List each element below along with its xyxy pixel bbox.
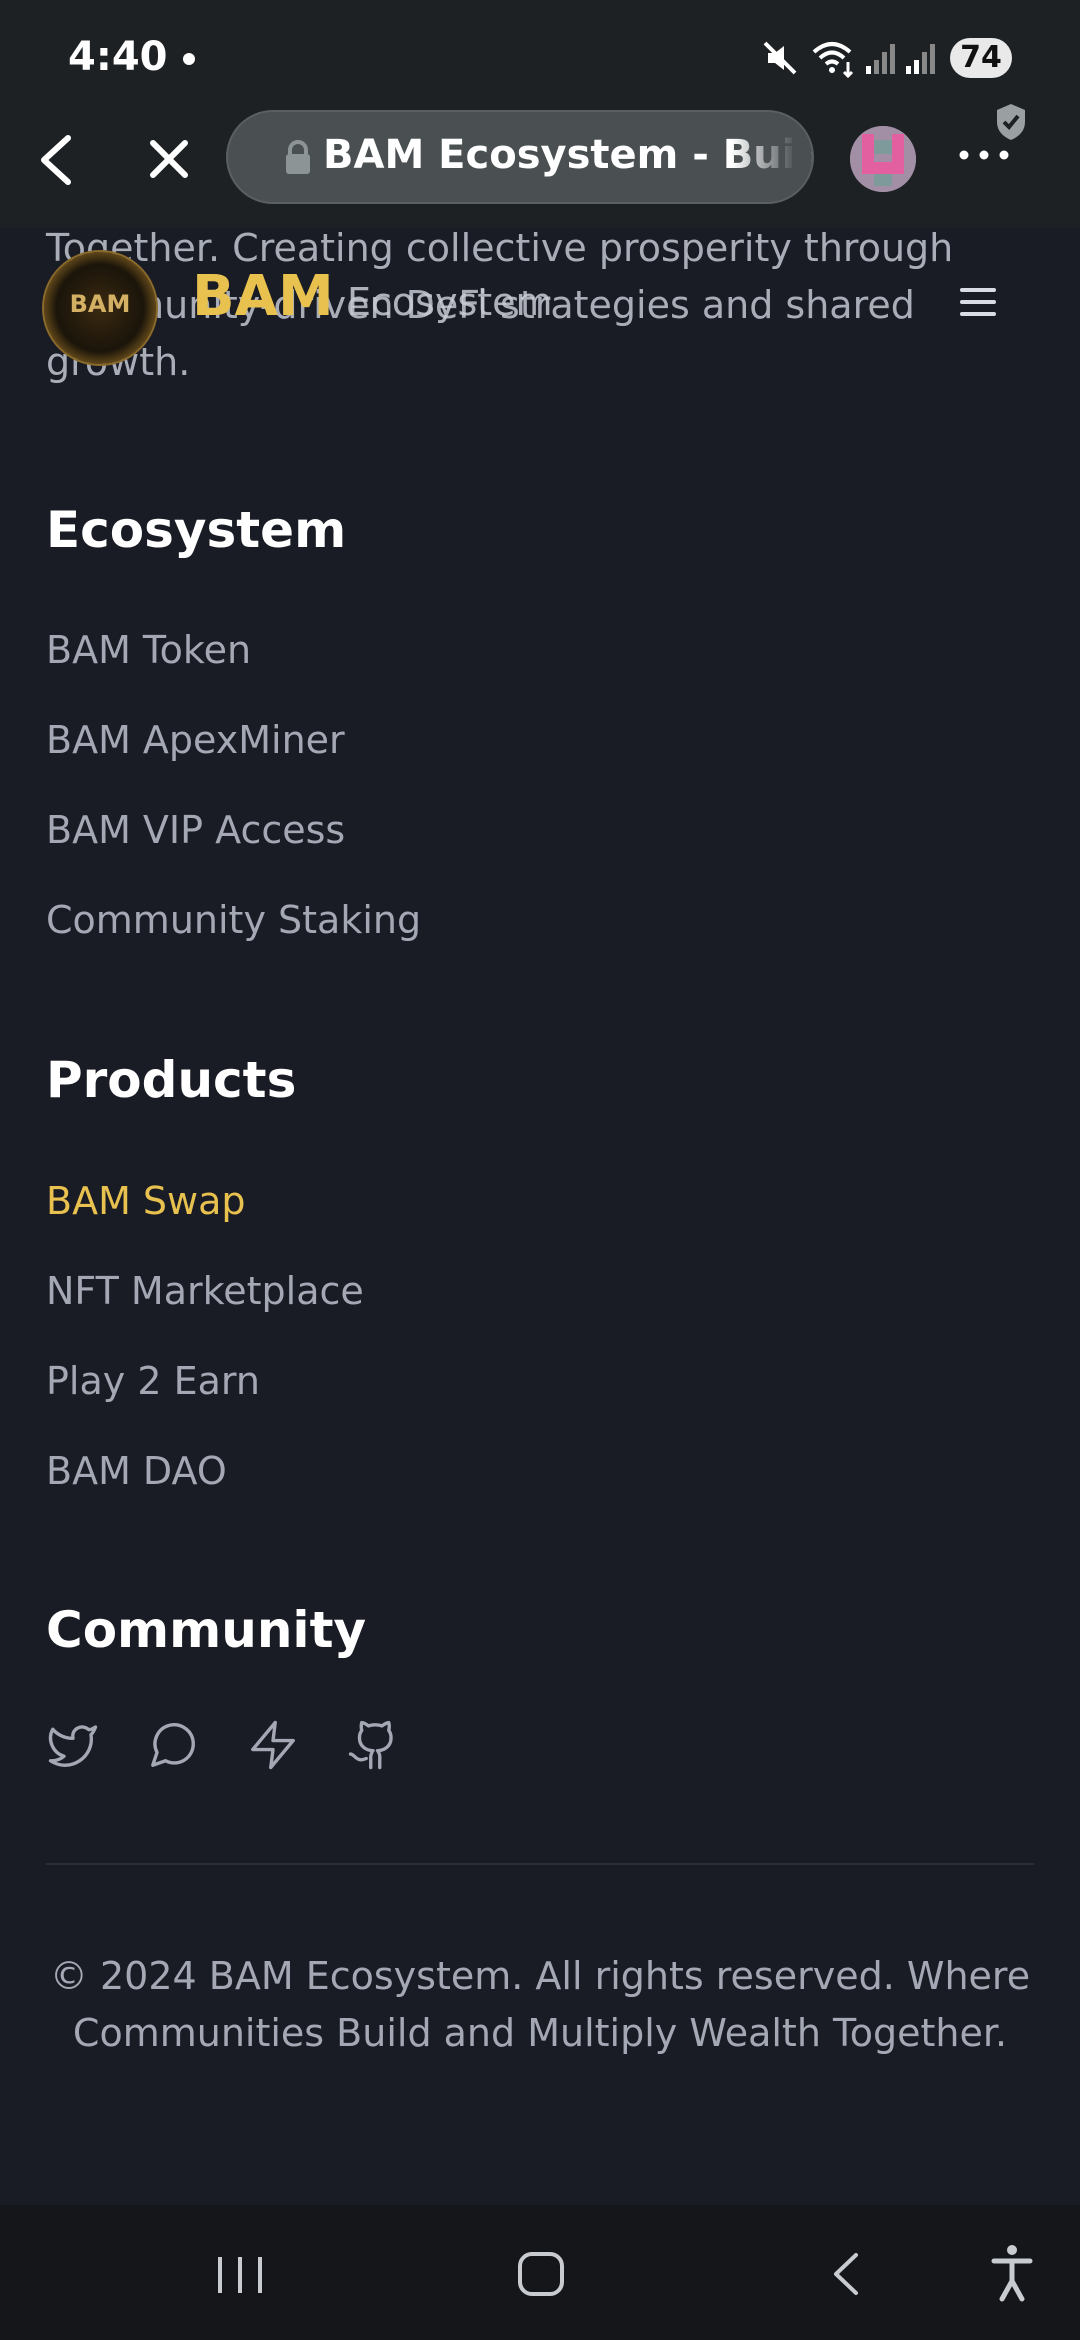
- footer-divider: [46, 1863, 1034, 1865]
- signal-icon-2: [906, 44, 935, 74]
- accessibility-icon[interactable]: [932, 2205, 1080, 2340]
- link-bam-token[interactable]: BAM Token: [46, 628, 251, 672]
- mute-icon: [763, 41, 797, 75]
- community-heading: Community: [46, 1601, 367, 1659]
- browser-toolbar: BAM Ecosystem - Building Together: [0, 104, 1080, 228]
- twitter-icon[interactable]: [46, 1718, 100, 1772]
- shield-check-icon: [997, 104, 1025, 140]
- notification-dot: [183, 53, 195, 65]
- lightning-icon[interactable]: [246, 1718, 300, 1772]
- products-heading: Products: [46, 1051, 297, 1109]
- close-icon[interactable]: [148, 138, 190, 180]
- battery-indicator: 74: [950, 38, 1012, 78]
- link-bam-dao[interactable]: BAM DAO: [46, 1449, 227, 1493]
- site-header: BAM BAM Ecosystem: [0, 252, 1080, 368]
- back-arrow-icon[interactable]: [34, 134, 80, 186]
- ecosystem-heading: Ecosystem: [46, 501, 347, 559]
- nav-back-icon[interactable]: [764, 2205, 924, 2340]
- home-icon[interactable]: [460, 2205, 620, 2340]
- link-bam-swap[interactable]: BAM Swap: [46, 1179, 246, 1223]
- link-bam-vip-access[interactable]: BAM VIP Access: [46, 808, 345, 852]
- link-play-2-earn[interactable]: Play 2 Earn: [46, 1359, 260, 1403]
- link-bam-apexminer[interactable]: BAM ApexMiner: [46, 718, 345, 762]
- wifi-icon: [812, 42, 854, 78]
- logo-text: BAM: [69, 290, 131, 318]
- brand-name[interactable]: BAM: [192, 264, 334, 329]
- footer-copyright: © 2024 BAM Ecosystem. All rights reserve…: [49, 1954, 1031, 2055]
- hamburger-menu-icon[interactable]: [960, 288, 996, 318]
- more-icon[interactable]: [958, 148, 1010, 162]
- url-fade: [732, 112, 812, 202]
- link-nft-marketplace[interactable]: NFT Marketplace: [46, 1269, 364, 1313]
- chat-icon[interactable]: [146, 1718, 200, 1772]
- brand-subtitle: Ecosystem: [347, 280, 553, 324]
- status-time: 4:40: [68, 34, 168, 80]
- profile-avatar[interactable]: [850, 126, 916, 192]
- lock-icon: [286, 140, 310, 174]
- link-community-staking[interactable]: Community Staking: [46, 898, 421, 942]
- bam-logo[interactable]: BAM: [44, 252, 156, 364]
- status-bar: 4:40 74: [0, 0, 1080, 110]
- web-page: Together. Creating collective prosperity…: [0, 228, 1080, 2205]
- url-bar[interactable]: BAM Ecosystem - Building Together: [226, 110, 814, 204]
- github-icon[interactable]: [346, 1718, 400, 1772]
- signal-icon: [866, 44, 895, 74]
- recent-apps-icon[interactable]: [160, 2205, 320, 2340]
- avatar-pattern-icon: [850, 126, 916, 192]
- system-nav-bar: [0, 2205, 1080, 2340]
